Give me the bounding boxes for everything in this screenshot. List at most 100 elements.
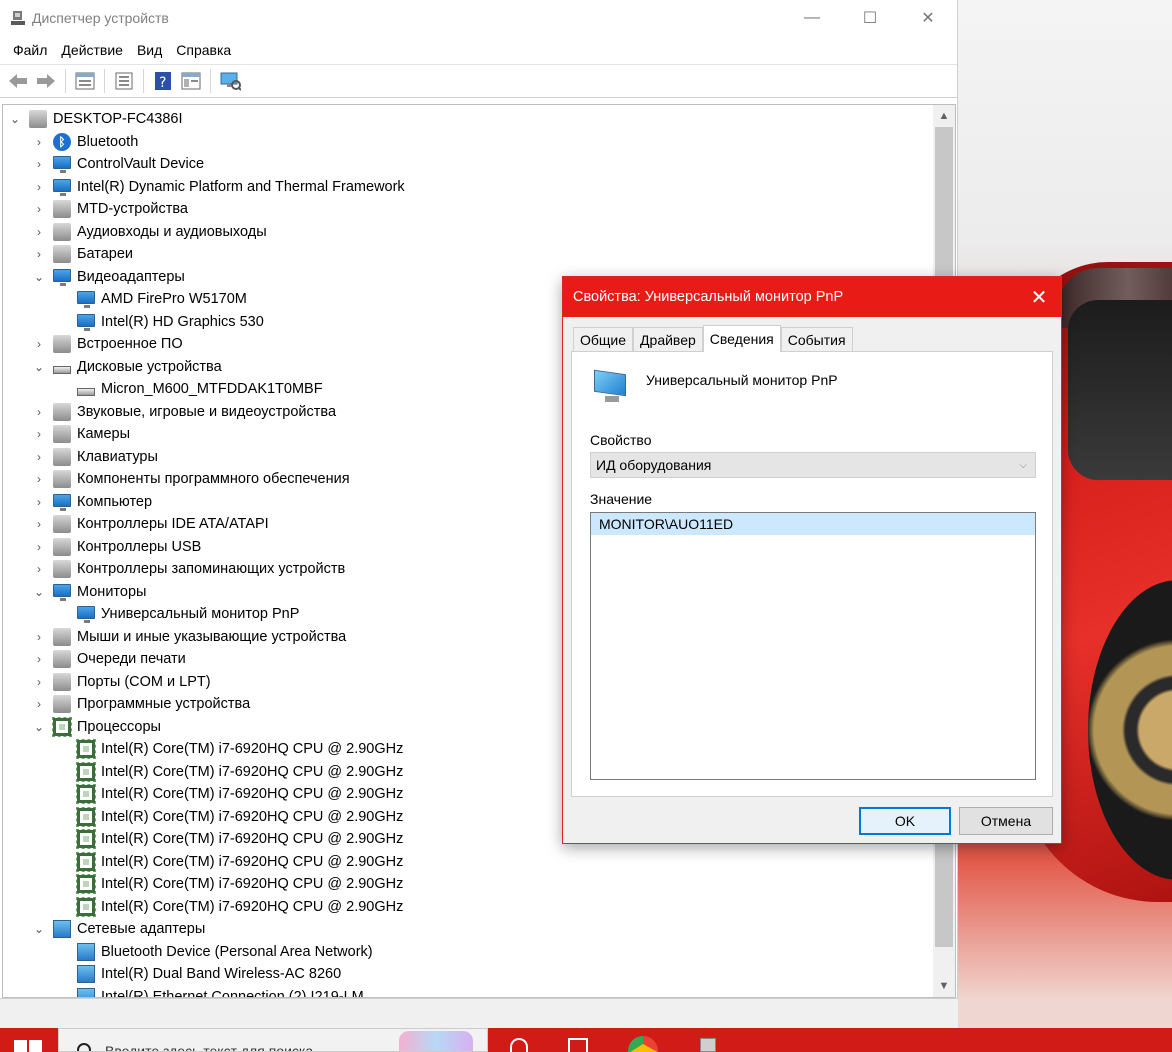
ok-button[interactable]: OK: [859, 807, 951, 835]
chevron-right-icon[interactable]: ›: [33, 427, 45, 441]
chevron-down-icon[interactable]: ⌄: [33, 922, 45, 936]
software-device-icon: [53, 695, 71, 714]
minimize-button[interactable]: —: [783, 0, 841, 36]
tree-item-label: Порты (COM и LPT): [77, 673, 211, 690]
cpu-icon: [76, 896, 96, 917]
tab-events[interactable]: События: [780, 327, 853, 351]
menu-bar: Файл Действие Вид Справка: [0, 36, 957, 64]
chevron-down-icon[interactable]: ⌄: [33, 270, 45, 284]
scroll-up-icon[interactable]: ▲: [933, 105, 955, 127]
ide-controller-icon: [53, 515, 71, 534]
menu-file[interactable]: Файл: [6, 42, 54, 58]
tree-category[interactable]: › Аудиовходы и аудиовыходы: [3, 221, 933, 244]
window-title: Диспетчер устройств: [32, 10, 169, 26]
tree-device-item[interactable]: Bluetooth Device (Personal Area Network): [3, 941, 933, 964]
property-label: Свойство: [590, 432, 652, 448]
tree-category[interactable]: › ᛒ Bluetooth: [3, 131, 933, 154]
value-label: Значение: [590, 491, 653, 507]
chevron-right-icon[interactable]: ›: [33, 495, 45, 509]
chevron-right-icon[interactable]: ›: [33, 180, 45, 194]
view-button[interactable]: [179, 69, 203, 93]
close-icon: ✕: [921, 10, 935, 27]
scroll-down-icon[interactable]: ▼: [933, 975, 955, 997]
chevron-right-icon[interactable]: ›: [33, 540, 45, 554]
software-component-icon: [53, 470, 71, 489]
tree-category[interactable]: › MTD-устройства: [3, 198, 933, 221]
tab-general[interactable]: Общие: [573, 327, 634, 351]
chevron-right-icon[interactable]: ›: [33, 675, 45, 689]
maximize-button[interactable]: ☐: [841, 0, 899, 36]
back-button[interactable]: [6, 69, 30, 93]
tree-category[interactable]: › Intel(R) Dynamic Platform and Thermal F…: [3, 176, 933, 199]
taskbar: Введите здесь текст для поиска: [0, 1028, 1172, 1052]
title-bar[interactable]: Диспетчер устройств — ☐ ✕: [0, 0, 957, 36]
chevron-right-icon[interactable]: ›: [33, 157, 45, 171]
device-manager-taskbar-icon[interactable]: [700, 1038, 716, 1052]
close-button[interactable]: ✕: [899, 0, 957, 36]
help-button[interactable]: ?: [151, 69, 175, 93]
forward-button[interactable]: [34, 69, 58, 93]
tab-details[interactable]: Сведения: [702, 325, 781, 352]
list-item[interactable]: MONITOR\AUO11ED: [591, 513, 1035, 535]
tree-item-label: Intel(R) Core(TM) i7-6920HQ CPU @ 2.90GH…: [101, 786, 404, 803]
cancel-button[interactable]: Отмена: [959, 807, 1053, 835]
task-view-icon[interactable]: [568, 1038, 588, 1052]
chevron-right-icon[interactable]: ›: [33, 630, 45, 644]
chevron-right-icon[interactable]: ›: [33, 202, 45, 216]
chevron-right-icon[interactable]: ›: [33, 405, 45, 419]
device-header: Универсальный монитор PnP: [592, 369, 838, 406]
update-driver-button[interactable]: [112, 69, 136, 93]
windows-start-icon[interactable]: [14, 1040, 42, 1052]
chevron-right-icon[interactable]: ›: [33, 450, 45, 464]
chevron-right-icon[interactable]: ›: [33, 337, 45, 351]
chevron-down-icon[interactable]: ⌄: [33, 360, 45, 374]
tree-category[interactable]: › ControlVault Device: [3, 153, 933, 176]
dialog-title-bar[interactable]: Свойства: Универсальный монитор PnP ✕: [563, 277, 1061, 317]
bluetooth-icon: ᛒ: [53, 132, 71, 151]
menu-view[interactable]: Вид: [130, 42, 169, 58]
tree-item-label: Intel(R) Dual Band Wireless-AC 8260: [101, 966, 342, 983]
chevron-right-icon[interactable]: ›: [33, 472, 45, 486]
chevron-right-icon[interactable]: ›: [33, 652, 45, 666]
display-adapter-icon: [77, 291, 95, 309]
tree-item-label: Intel(R) Core(TM) i7-6920HQ CPU @ 2.90GH…: [101, 831, 404, 848]
tree-device-item[interactable]: Intel(R) Core(TM) i7-6920HQ CPU @ 2.90GH…: [3, 873, 933, 896]
chevron-right-icon[interactable]: ›: [33, 135, 45, 149]
tree-item-label: MTD-устройства: [77, 201, 188, 218]
properties-button[interactable]: [73, 69, 97, 93]
chevron-down-icon[interactable]: ⌄: [33, 720, 45, 734]
scan-hardware-button[interactable]: [218, 69, 242, 93]
tab-driver[interactable]: Драйвер: [633, 327, 703, 351]
cortana-icon[interactable]: [510, 1038, 528, 1052]
tree-item-label: Intel(R) Core(TM) i7-6920HQ CPU @ 2.90GH…: [101, 853, 404, 870]
chrome-icon[interactable]: [628, 1036, 658, 1052]
speaker-icon: [53, 222, 71, 241]
chevron-right-icon[interactable]: ›: [33, 247, 45, 261]
chevron-right-icon[interactable]: ›: [33, 697, 45, 711]
value-listbox[interactable]: MONITOR\AUO11ED: [590, 512, 1036, 780]
property-dropdown[interactable]: ИД оборудования ⌵: [590, 452, 1036, 478]
usb-icon: [53, 537, 71, 556]
taskbar-search-box[interactable]: Введите здесь текст для поиска: [58, 1028, 488, 1052]
chevron-down-icon[interactable]: ⌄: [9, 112, 21, 126]
dialog-close-button[interactable]: ✕: [1017, 277, 1061, 317]
chevron-right-icon[interactable]: ›: [33, 225, 45, 239]
toolbar: ?: [0, 64, 957, 98]
tree-device-item[interactable]: Intel(R) Core(TM) i7-6920HQ CPU @ 2.90GH…: [3, 851, 933, 874]
chevron-right-icon[interactable]: ›: [33, 562, 45, 576]
display-adapter-icon: [53, 268, 71, 286]
tree-device-item[interactable]: Intel(R) Ethernet Connection (2) I219-LM: [3, 986, 933, 997]
tree-root[interactable]: ⌄ DESKTOP-FC4386I: [3, 108, 933, 131]
tree-device-item[interactable]: Intel(R) Core(TM) i7-6920HQ CPU @ 2.90GH…: [3, 896, 933, 919]
monitor-icon: [53, 178, 71, 196]
tree-item-label: Встроенное ПО: [77, 336, 183, 353]
tree-category[interactable]: ⌄ Сетевые адаптеры: [3, 918, 933, 941]
tree-item-label: Видеоадаптеры: [77, 268, 185, 285]
chevron-right-icon[interactable]: ›: [33, 517, 45, 531]
menu-help[interactable]: Справка: [169, 42, 238, 58]
chevron-down-icon[interactable]: ⌄: [33, 585, 45, 599]
tree-item-label: Micron_M600_MTFDDAK1T0MBF: [101, 381, 323, 398]
tree-device-item[interactable]: Intel(R) Dual Band Wireless-AC 8260: [3, 963, 933, 986]
tree-category[interactable]: › Батареи: [3, 243, 933, 266]
menu-action[interactable]: Действие: [54, 42, 130, 58]
